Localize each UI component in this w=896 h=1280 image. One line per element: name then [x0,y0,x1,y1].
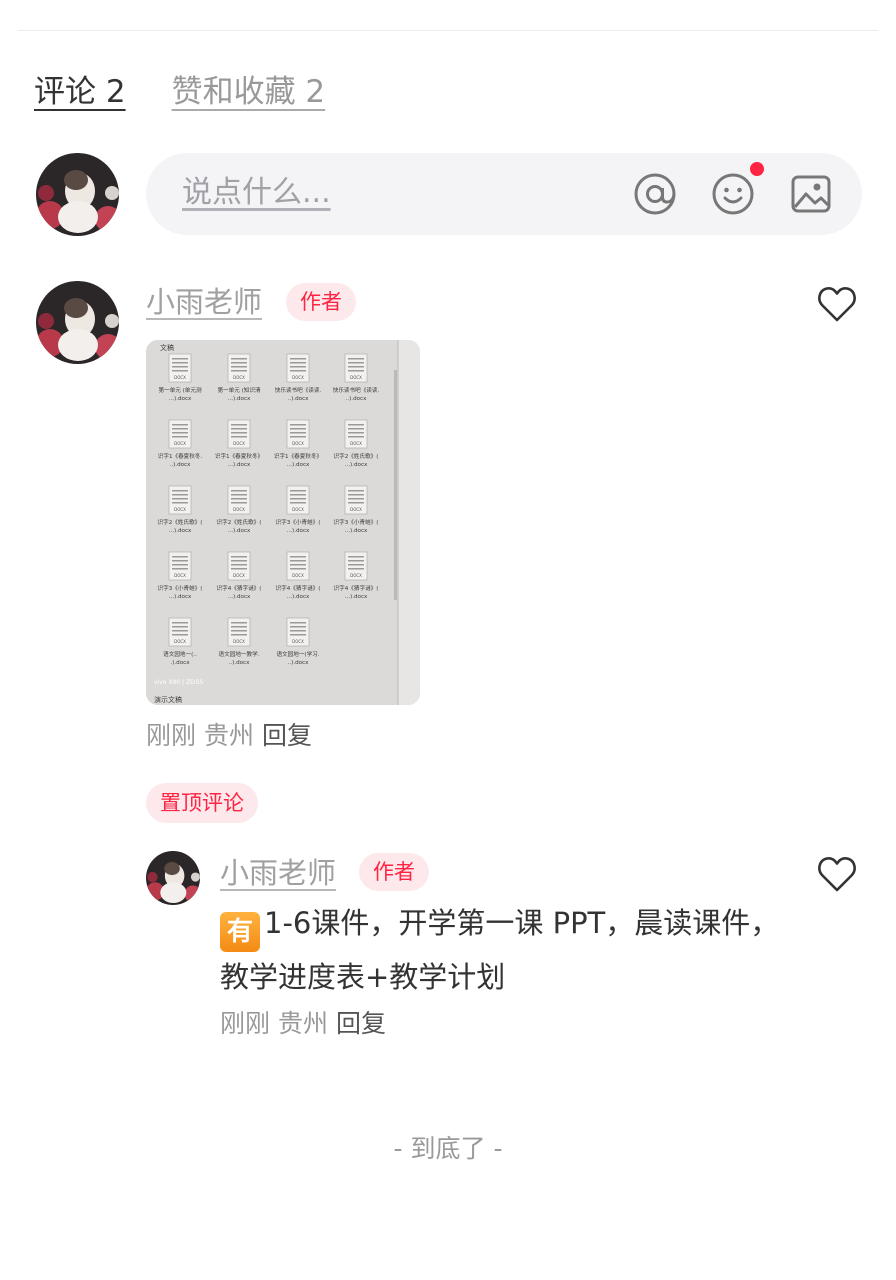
you-badge-icon: 有 [220,912,260,952]
file-name-label: .).docx [170,660,190,666]
file-name-label: ...).docx [345,528,368,534]
svg-text:DOCX: DOCX [233,639,245,644]
emoji-icon[interactable] [710,171,756,217]
reply-location: 贵州 [277,1009,328,1038]
file-name-label: ...).docx [228,594,251,600]
svg-text:DOCX: DOCX [174,573,186,578]
file-name-label: 识字2《姓氏歌》( [217,518,262,526]
file-name-label: 第一单元 (单元测 [158,386,202,394]
file-name-label: ..).docx [229,660,251,666]
file-name-label: ...).docx [345,462,368,468]
file-name-label: ...).docx [228,462,251,468]
reply-reply-button[interactable]: 回复 [336,1009,386,1038]
file-name-label: ...).docx [287,462,310,468]
comment-meta: 刚刚 贵州 回复 [146,719,312,753]
svg-text:DOCX: DOCX [292,375,304,380]
file-name-label: 识字4《猜字谜》( [334,584,379,592]
comment-username[interactable]: 小雨老师 [146,282,262,322]
reply-content: 1-6课件，开学第一课 PPT，晨读课件，教学进度表+教学计划 [220,906,780,994]
top-divider [18,30,878,31]
file-name-label: ...).docx [169,528,192,534]
at-icon[interactable] [632,171,678,217]
svg-text:DOCX: DOCX [292,639,304,644]
file-name-label: 识字3《小青蛙》( [276,518,321,526]
reply-avatar[interactable] [146,851,200,905]
photo-header-text: 文稿 [160,343,174,352]
file-name-label: ..).docx [170,462,192,468]
file-name-label: 识字1《春夏秋冬》 [274,452,322,460]
reply-like-icon[interactable] [817,855,857,893]
svg-text:DOCX: DOCX [292,507,304,512]
svg-text:DOCX: DOCX [174,375,186,380]
svg-text:DOCX: DOCX [174,639,186,644]
commenter-avatar[interactable] [36,281,119,364]
comment-tabs: 评论 2 赞和收藏 2 [34,70,325,114]
file-name-label: 语文园地一教学. [219,650,260,658]
file-name-label: ...).docx [169,396,192,402]
file-name-label: ...).docx [287,594,310,600]
svg-text:DOCX: DOCX [233,441,245,446]
svg-text:DOCX: DOCX [350,375,362,380]
svg-text:DOCX: DOCX [350,441,362,446]
comment-location: 贵州 [203,721,254,750]
svg-text:DOCX: DOCX [292,441,304,446]
file-name-label: ...).docx [169,594,192,600]
file-name-label: 识字3《小青蛙》( [158,584,203,592]
svg-text:DOCX: DOCX [350,507,362,512]
reply-meta: 刚刚 贵州 回复 [220,1007,386,1041]
file-name-label: ...).docx [228,396,251,402]
file-name-label: 识字4《猜字谜》( [217,584,262,592]
svg-text:DOCX: DOCX [233,375,245,380]
file-name-label: ..).docx [288,660,310,666]
my-avatar[interactable] [36,153,119,236]
svg-text:DOCX: DOCX [350,573,362,578]
svg-text:DOCX: DOCX [292,573,304,578]
author-badge: 作者 [286,283,356,321]
file-name-label: 识字1《春夏秋冬. [158,452,203,460]
reply-time: 刚刚 [220,1009,271,1038]
file-name-label: 语文园地一(学习. [276,650,319,658]
file-name-label: 识字3《小青蛙》( [334,518,379,526]
comment-input[interactable]: 说点什么... [146,153,862,235]
file-folder-photo: 文稿 DOCX 第一单元 (单元测 ...).docx DOCX 第一单元 (知识清..… [146,340,420,705]
file-name-label: 识字2《姓氏歌》( [334,452,379,460]
svg-text:DOCX: DOCX [233,573,245,578]
like-icon[interactable] [817,285,857,323]
svg-text:DOCX: DOCX [174,507,186,512]
notification-dot [750,162,764,176]
file-name-label: 识字1《春夏秋冬》 [215,452,263,460]
file-name-label: ...).docx [228,528,251,534]
file-name-label: ...).docx [345,594,368,600]
comment-reply-button[interactable]: 回复 [262,721,312,750]
comment-time: 刚刚 [146,721,197,750]
reply-text: 有 1-6课件，开学第一课 PPT，晨读课件，教学进度表+教学计划 [220,898,800,1002]
file-name-label: 第一单元 (知识清 [217,386,261,394]
tab-likes-favorites[interactable]: 赞和收藏 2 [172,70,326,114]
file-name-label: 快乐读书吧《读读. [333,386,380,394]
comment-image[interactable]: 文稿 DOCX 第一单元 (单元测 ...).docx DOCX 第一单元 (知识清..… [146,340,420,705]
comment-input-placeholder: 说点什么... [182,175,331,210]
end-of-list: - 到底了 - [393,1134,503,1163]
photo-watermark: vivo X90 | ZEISS [154,679,203,686]
tab-comments[interactable]: 评论 2 [34,70,126,114]
svg-text:DOCX: DOCX [233,507,245,512]
file-name-label: 识字4《猜字谜》( [276,584,321,592]
svg-text:DOCX: DOCX [174,441,186,446]
file-name-label: ..).docx [288,396,310,402]
photo-footer-text: 演示文稿 [154,695,182,704]
reply-username[interactable]: 小雨老师 [220,853,336,893]
file-name-label: 语文园地一(.. [163,650,197,658]
file-name-label: 识字2《姓氏歌》( [158,518,203,526]
reply-author-badge: 作者 [359,853,429,891]
file-name-label: ...).docx [287,528,310,534]
file-name-label: 快乐读书吧《读读. [275,386,322,394]
file-name-label: ..).docx [346,396,368,402]
pinned-badge: 置顶评论 [146,783,258,823]
image-icon[interactable] [788,171,834,217]
